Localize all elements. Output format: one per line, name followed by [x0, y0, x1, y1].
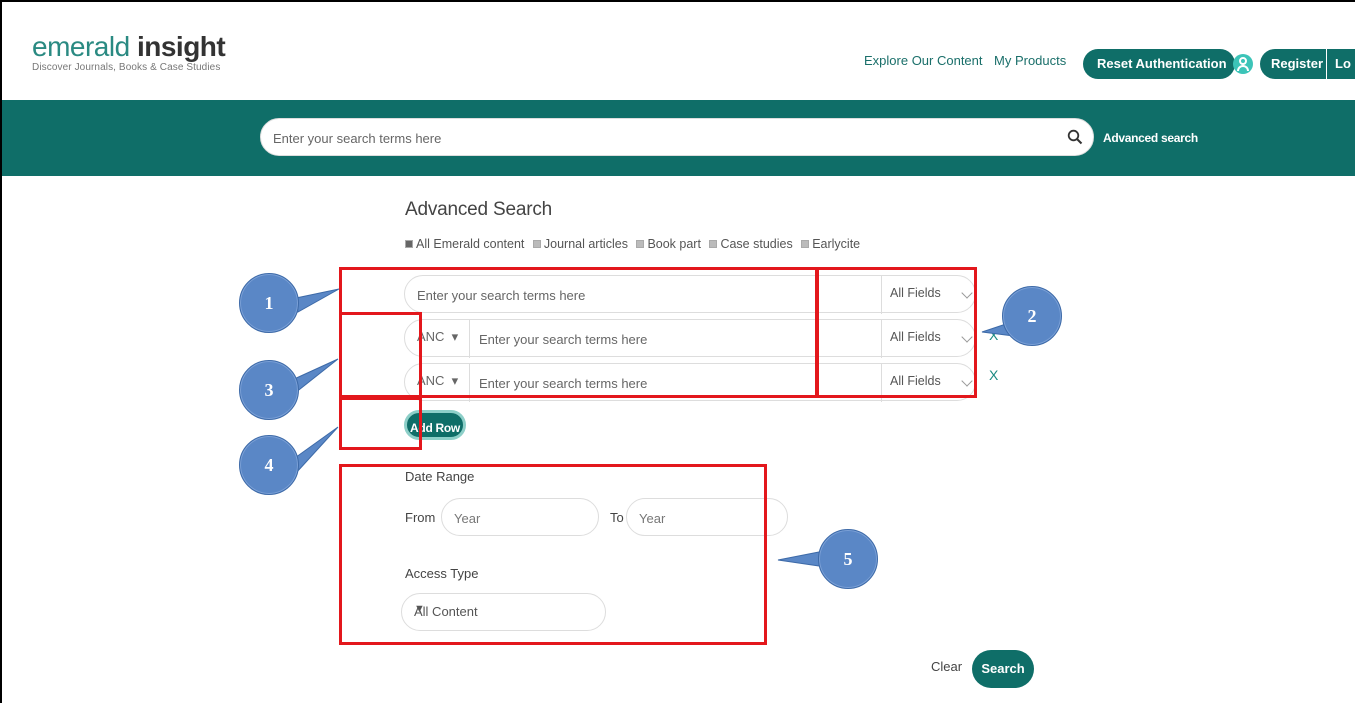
- callout-1: 1: [239, 273, 299, 333]
- callout-4: 4: [239, 435, 299, 495]
- page-frame: emerald insight Discover Journals, Books…: [0, 0, 1355, 703]
- callout-2: 2: [1002, 286, 1062, 346]
- callout-pointers: [291, 288, 1015, 568]
- callout-5: 5: [818, 529, 878, 589]
- callout-3: 3: [239, 360, 299, 420]
